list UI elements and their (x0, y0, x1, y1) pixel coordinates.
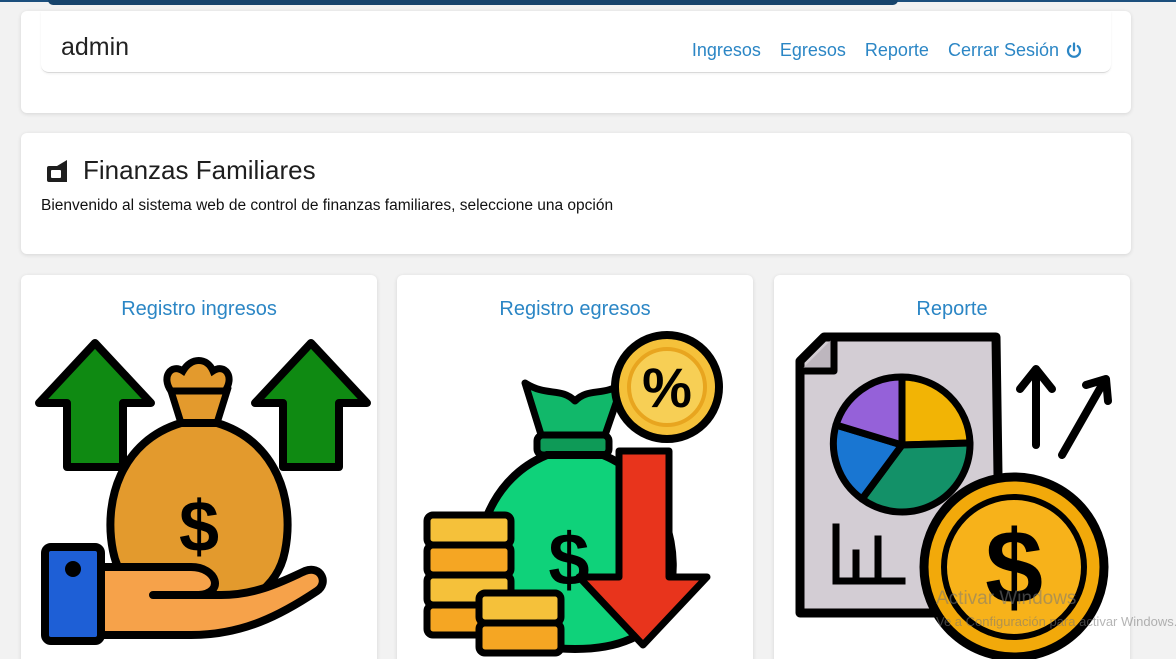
svg-text:$: $ (985, 510, 1043, 626)
page-title-text: Finanzas Familiares (83, 155, 316, 185)
nav-link-label: Reporte (864, 40, 929, 60)
option-title[interactable]: Registro egresos (397, 298, 753, 321)
nav-link-label: Egresos (779, 40, 846, 60)
svg-text:$: $ (179, 487, 219, 567)
navbar: admin Ingresos Egresos Reporte Cerrar Se… (41, 11, 1111, 73)
nav-card: admin Ingresos Egresos Reporte Cerrar Se… (21, 11, 1131, 113)
svg-text:$: $ (548, 518, 589, 601)
nav-link-ingresos[interactable]: Ingresos (692, 40, 761, 61)
page-title: Finanzas Familiares (45, 155, 316, 186)
money-bag-hand-arrows-up-icon[interactable]: $ (21, 331, 377, 659)
option-card-ingresos[interactable]: Registro ingresos $ (21, 275, 377, 659)
option-title[interactable]: Registro ingresos (21, 298, 377, 321)
nav-link-label: Ingresos (691, 40, 761, 60)
welcome-card: Finanzas Familiares Bienvenido al sistem… (21, 133, 1131, 254)
nav-link-label: Cerrar Sesión (947, 40, 1059, 60)
nav-link-egresos[interactable]: Egresos (780, 40, 846, 61)
report-pie-chart-coin-icon[interactable]: $ (774, 331, 1130, 659)
welcome-text: Bienvenido al sistema web de control de … (41, 197, 614, 214)
top-accent-bar (48, 0, 898, 5)
app-logo-icon (47, 159, 67, 182)
option-card-reporte[interactable]: Reporte $ (774, 275, 1130, 659)
power-icon (1066, 41, 1082, 58)
svg-text:%: % (642, 356, 692, 419)
nav-link-logout[interactable]: Cerrar Sesión (948, 40, 1083, 61)
navbar-brand[interactable]: admin (61, 33, 129, 62)
nav-links: Ingresos Egresos Reporte Cerrar Sesión (692, 40, 1083, 61)
nav-link-reporte[interactable]: Reporte (865, 40, 929, 61)
option-card-egresos[interactable]: Registro egresos $ % (397, 275, 753, 659)
money-bag-percent-arrow-down-icon[interactable]: $ % (397, 331, 753, 659)
option-title[interactable]: Reporte (774, 298, 1130, 321)
